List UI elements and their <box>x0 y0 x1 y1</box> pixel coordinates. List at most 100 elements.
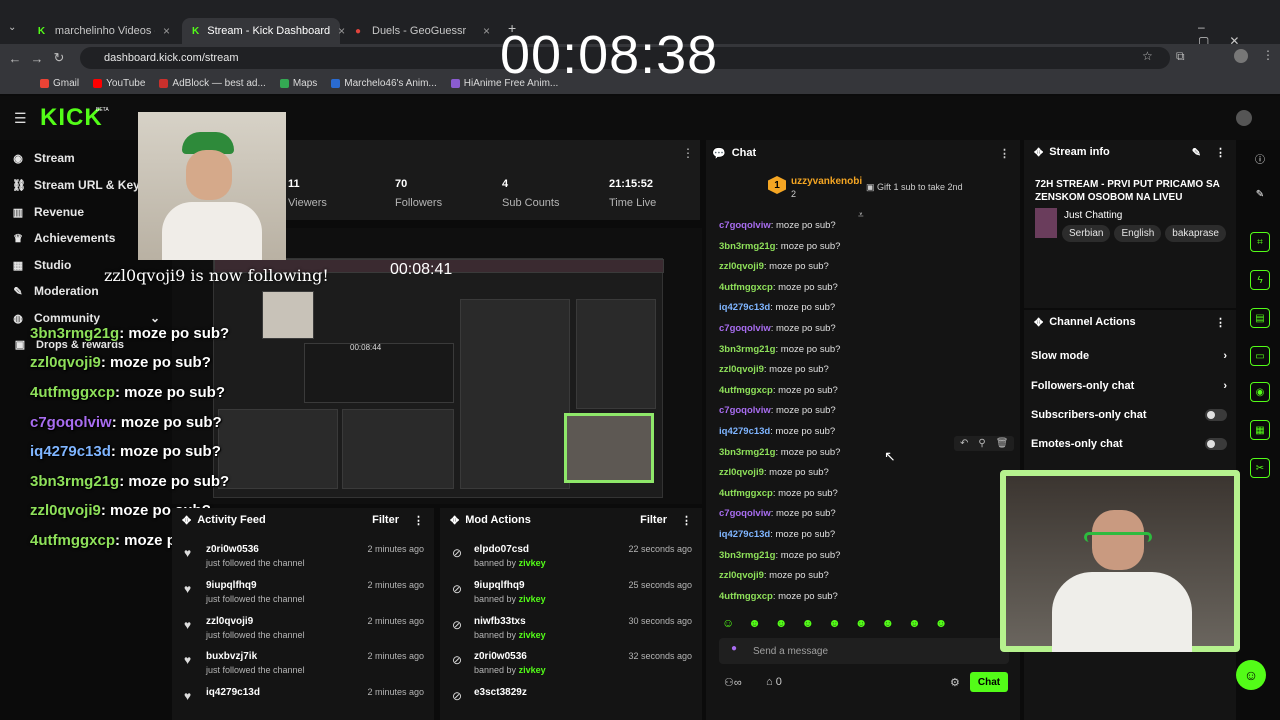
grip-icon[interactable]: ✥ <box>1034 146 1043 159</box>
users-icon[interactable]: ⚇∞ <box>724 676 742 689</box>
extensions-icon[interactable]: ⧉ <box>1176 49 1185 64</box>
more-options-icon[interactable]: ⋮ <box>681 514 692 527</box>
tag-chip[interactable]: English <box>1114 225 1162 242</box>
followers-only-row[interactable]: Followers-only chat › <box>1031 380 1227 392</box>
category-thumbnail[interactable] <box>1035 208 1057 238</box>
chat-username[interactable]: 3bn3rmg21g <box>719 550 776 561</box>
sidebar-item-achievements[interactable]: ♛ Achievements <box>12 231 115 245</box>
sidebar-item-stream[interactable]: ◉ Stream <box>12 151 75 165</box>
chat-username[interactable]: 3bn3rmg21g <box>719 447 776 458</box>
chat-username[interactable]: zzl0qvoji9 <box>719 261 764 272</box>
subscribers-only-toggle[interactable] <box>1205 409 1227 421</box>
hamburger-icon[interactable]: ☰ <box>14 110 27 127</box>
chat-message[interactable]: zzl0qvoji9: moze po sub? <box>719 364 829 375</box>
edit-icon[interactable]: ✎ <box>1192 146 1201 159</box>
gift-sub-prompt[interactable]: ▣ Gift 1 sub to take 2nd <box>866 182 963 193</box>
tab-geoguessr[interactable]: ● Duels - GeoGuessr × <box>342 18 500 44</box>
user-avatar[interactable] <box>1236 110 1252 126</box>
chat-message-input[interactable]: ● Send a message <box>719 638 1009 664</box>
profile-avatar[interactable] <box>1234 49 1248 63</box>
clipboard-icon[interactable]: ▤ <box>1250 308 1270 328</box>
chat-message[interactable]: 4utfmggxcp: moze po sub? <box>719 488 838 499</box>
emote-icon[interactable]: ☻ <box>748 616 761 630</box>
chat-message[interactable]: c7goqolviw: moze po sub? <box>719 405 836 416</box>
bookmark-youtube[interactable]: YouTube <box>93 78 145 89</box>
chat-message[interactable]: 4utfmggxcp: moze po sub? <box>719 282 838 293</box>
emotes-only-toggle[interactable] <box>1205 438 1227 450</box>
grip-icon[interactable]: ✥ <box>1034 316 1043 329</box>
more-options-icon[interactable]: ⋮ <box>413 514 424 527</box>
kick-logo[interactable]: KICK <box>40 104 103 132</box>
chat-username[interactable]: 4utfmggxcp <box>719 282 773 293</box>
chat-message[interactable]: 4utfmggxcp: moze po sub? <box>719 385 838 396</box>
filter-button[interactable]: Filter <box>640 514 667 526</box>
chat-username[interactable]: iq4279c13d <box>719 302 770 313</box>
close-icon[interactable]: × <box>483 24 490 38</box>
chat-username[interactable]: zzl0qvoji9 <box>719 570 764 581</box>
more-options-icon[interactable]: ⋮ <box>1215 146 1226 159</box>
broadcast-icon[interactable]: ◉ <box>1250 382 1270 402</box>
chat-username[interactable]: 4utfmggxcp <box>719 385 773 396</box>
chat-username[interactable]: c7goqolviw <box>719 220 771 231</box>
chat-username[interactable]: c7goqolviw <box>719 508 771 519</box>
tab-kick-dashboard[interactable]: K Stream - Kick Dashboard × <box>182 18 345 44</box>
tag-chip[interactable]: bakaprase <box>1165 225 1226 242</box>
emote-icon[interactable]: ☻ <box>908 616 921 630</box>
chat-message[interactable]: 3bn3rmg21g: moze po sub? <box>719 550 840 561</box>
support-chat-icon[interactable]: ☺ <box>1236 660 1266 690</box>
info-icon[interactable]: ⓘ <box>1250 148 1270 168</box>
scan-icon[interactable]: ⌗ <box>1250 232 1270 252</box>
more-options-icon[interactable]: ⋮ <box>682 146 694 160</box>
reply-icon[interactable]: ↶ <box>960 438 968 449</box>
chat-message[interactable]: iq4279c13d: moze po sub? <box>719 302 835 313</box>
bookmark-anime[interactable]: Marchelo46's Anim... <box>331 78 437 89</box>
chat-message[interactable]: iq4279c13d: moze po sub? <box>719 529 835 540</box>
chat-username[interactable]: iq4279c13d <box>719 529 770 540</box>
sidebar-item-studio[interactable]: ▦ Studio <box>12 258 72 272</box>
chat-message[interactable]: c7goqolviw: moze po sub? <box>719 220 836 231</box>
chat-username[interactable]: 3bn3rmg21g <box>719 344 776 355</box>
send-chat-button[interactable]: Chat <box>970 672 1008 692</box>
bookmark-maps[interactable]: Maps <box>279 78 317 89</box>
top-gifter-name[interactable]: uzzyvankenobi <box>791 176 862 187</box>
chat-username[interactable]: 4utfmggxcp <box>719 591 773 602</box>
chat-message[interactable]: zzl0qvoji9: moze po sub? <box>719 261 829 272</box>
chat-username[interactable]: zzl0qvoji9 <box>719 467 764 478</box>
microphone-icon[interactable]: ● <box>731 643 737 654</box>
bookmark-adblock[interactable]: AdBlock — best ad... <box>159 78 266 89</box>
emote-icon[interactable]: ☻ <box>881 616 894 630</box>
chat-message[interactable]: c7goqolviw: moze po sub? <box>719 508 836 519</box>
emote-icon[interactable]: ☻ <box>802 616 815 630</box>
message-icon[interactable]: ▭ <box>1250 346 1270 366</box>
emote-icon[interactable]: ☻ <box>855 616 868 630</box>
category-name[interactable]: Just Chatting <box>1064 210 1122 221</box>
star-icon[interactable]: ☆ <box>1142 49 1153 63</box>
points-counter[interactable]: ⌂ 0 <box>766 676 782 688</box>
chat-username[interactable]: 3bn3rmg21g <box>719 241 776 252</box>
forward-icon[interactable]: → <box>26 51 48 66</box>
chat-message[interactable]: 3bn3rmg21g: moze po sub? <box>719 447 840 458</box>
emote-icon[interactable]: ☻ <box>935 616 948 630</box>
slow-mode-row[interactable]: Slow mode › <box>1031 350 1227 362</box>
collapse-icon[interactable]: ⩡ <box>858 210 864 221</box>
sidebar-item-stream-url[interactable]: ⛓ Stream URL & Key <box>12 178 140 192</box>
chat-username[interactable]: c7goqolviw <box>719 405 771 416</box>
sidebar-item-revenue[interactable]: ▥ Revenue <box>12 205 84 219</box>
close-icon[interactable]: × <box>163 24 170 38</box>
tools-icon[interactable]: ✂ <box>1250 458 1270 478</box>
tag-chip[interactable]: Serbian <box>1062 225 1111 242</box>
more-options-icon[interactable]: ⋮ <box>999 147 1010 160</box>
pencil-icon[interactable]: ✎ <box>1250 184 1270 204</box>
chat-username[interactable]: iq4279c13d <box>719 426 770 437</box>
tab-kick-videos[interactable]: K marchelinho Videos - Watch Clip × <box>26 18 180 44</box>
delete-icon[interactable]: 🗑 <box>996 438 1009 449</box>
grip-icon[interactable]: ✥ <box>182 514 191 527</box>
chat-message[interactable]: 4utfmggxcp: moze po sub? <box>719 591 838 602</box>
chat-message[interactable]: 3bn3rmg21g: moze po sub? <box>719 344 840 355</box>
bookmark-gmail[interactable]: Gmail <box>40 78 79 89</box>
tab-search-icon[interactable]: ⌄ <box>8 22 16 33</box>
pin-icon[interactable]: ⚲ <box>978 438 985 449</box>
menu-icon[interactable]: ⋮ <box>1262 48 1274 62</box>
chat-username[interactable]: zzl0qvoji9 <box>719 364 764 375</box>
back-icon[interactable]: ← <box>4 51 26 66</box>
